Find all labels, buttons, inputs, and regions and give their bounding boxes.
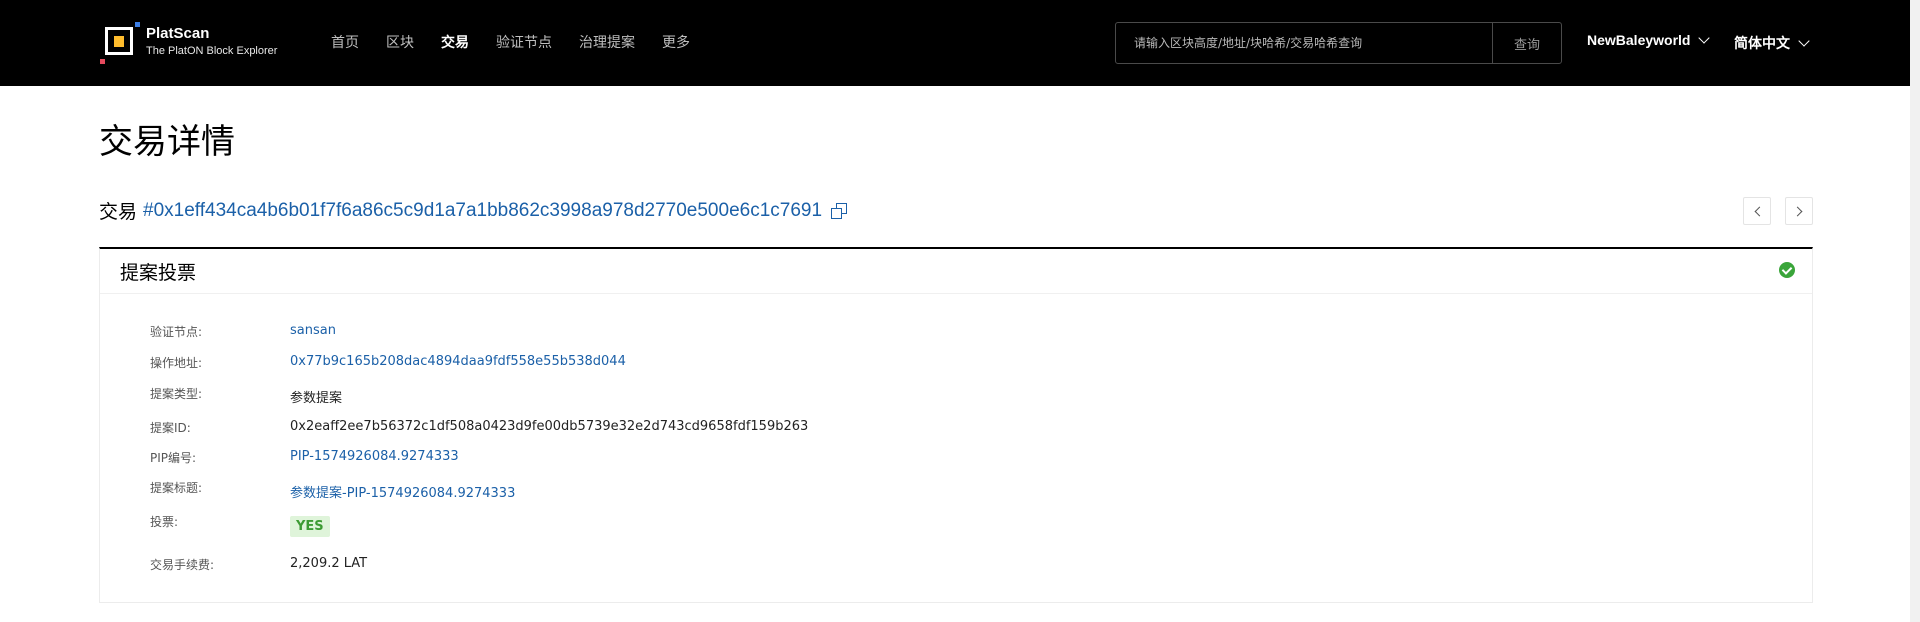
prev-tx-button[interactable]	[1743, 197, 1771, 225]
proposal-id-label: 提案ID:	[150, 421, 191, 435]
language-label: 简体中文	[1734, 36, 1790, 52]
proposal-title-label: 提案标题:	[150, 481, 203, 495]
fee-label: 交易手续费:	[150, 558, 215, 572]
search-button[interactable]: 查询	[1492, 23, 1561, 63]
nav-more[interactable]: 更多	[662, 33, 690, 53]
logo-subtitle: The PlatON Block Explorer	[146, 45, 278, 57]
chevron-left-icon	[1754, 206, 1765, 217]
platscan-logo-mark-icon	[100, 22, 140, 66]
pip-value[interactable]: PIP-1574926084.9274333	[290, 449, 459, 464]
page-title: 交易详情	[99, 122, 235, 162]
pip-label: PIP编号:	[150, 451, 197, 465]
card-header: 提案投票	[100, 249, 1812, 294]
platscan-logo[interactable]: PlatScan The PlatON Block Explorer	[100, 22, 320, 66]
main-nav: 首页 区块 交易 验证节点 治理提案 更多	[331, 33, 717, 53]
nav-transactions[interactable]: 交易	[441, 33, 469, 53]
network-select[interactable]: NewBaleyworld	[1587, 31, 1711, 48]
page-scrollbar[interactable]	[1910, 0, 1920, 622]
operator-address[interactable]: 0x77b9c165b208dac4894daa9fdf558e55b538d0…	[290, 354, 626, 369]
copy-icon[interactable]	[831, 202, 848, 219]
vote-label: 投票:	[150, 515, 179, 529]
success-check-icon	[1779, 262, 1795, 278]
proposal-type-value: 参数提案	[290, 391, 343, 406]
proposal-title-value[interactable]: 参数提案-PIP-1574926084.9274333	[290, 482, 515, 501]
top-navbar: PlatScan The PlatON Block Explorer 首页 区块…	[0, 0, 1910, 86]
vote-badge: YES	[290, 516, 330, 537]
validator-value[interactable]: sansan	[290, 323, 336, 338]
nav-blocks[interactable]: 区块	[386, 33, 414, 53]
search-box: 查询	[1115, 22, 1562, 64]
tx-hash-row: 交易 #0x1eff434ca4b6b01f7f6a86c5c9d1a7a1bb…	[99, 197, 848, 224]
tx-label: 交易	[99, 201, 138, 223]
proposal-id-value: 0x2eaff2ee7b56372c1df508a0423d9fe00db573…	[290, 419, 809, 434]
nav-validators[interactable]: 验证节点	[496, 33, 552, 53]
next-tx-button[interactable]	[1785, 197, 1813, 225]
nav-governance[interactable]: 治理提案	[579, 33, 635, 53]
logo-title: PlatScan	[146, 25, 210, 42]
validator-label: 验证节点:	[150, 325, 203, 339]
chevron-right-icon	[1792, 206, 1803, 217]
proposal-type-label: 提案类型:	[150, 387, 203, 401]
tx-hash: #0x1eff434ca4b6b01f7f6a86c5c9d1a7a1bb862…	[143, 199, 823, 221]
operator-label: 操作地址:	[150, 356, 203, 370]
card-title: 提案投票	[120, 261, 197, 284]
search-input[interactable]	[1116, 23, 1492, 63]
chevron-down-icon	[1698, 31, 1711, 44]
network-label: NewBaleyworld	[1587, 32, 1691, 48]
fee-value: 2,209.2 LAT	[290, 556, 368, 571]
chevron-down-icon	[1798, 34, 1810, 47]
language-select[interactable]: 简体中文	[1734, 33, 1810, 53]
nav-home[interactable]: 首页	[331, 33, 359, 53]
